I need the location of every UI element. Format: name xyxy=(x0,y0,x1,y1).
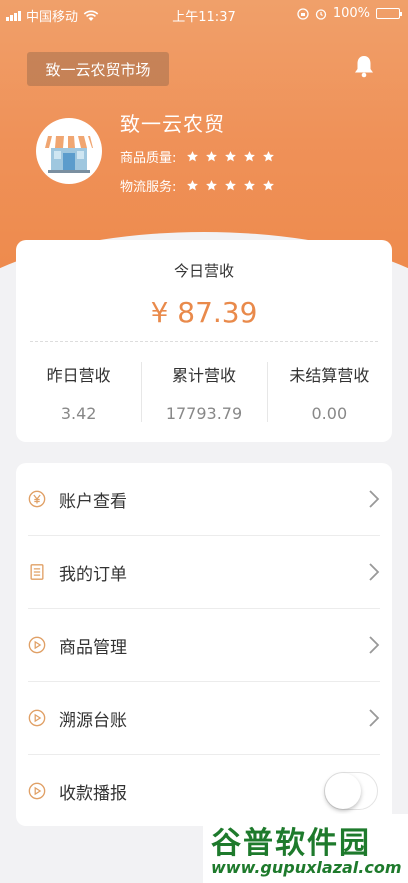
bell-icon[interactable] xyxy=(353,54,375,78)
stat-label: 未结算营收 xyxy=(289,366,370,385)
menu-label: 商品管理 xyxy=(59,637,127,658)
menu-label: 我的订单 xyxy=(59,564,127,585)
menu-item-orders[interactable]: 我的订单 xyxy=(16,536,392,608)
divider xyxy=(30,341,378,342)
chevron-right-icon xyxy=(369,709,380,727)
rating-label: 商品质量: xyxy=(120,151,177,166)
star-icon xyxy=(206,180,218,191)
watermark: 谷普软件园 www.gupuxlazal.com xyxy=(203,814,408,883)
menu-item-traceability[interactable]: 溯源台账 xyxy=(16,682,392,754)
watermark-url: www.gupuxlazal.com xyxy=(211,858,402,877)
yen-circle-icon xyxy=(28,490,46,508)
revenue-card: 今日营收 ¥ 87.39 昨日营收 3.42 累计营收 17793.79 未结算… xyxy=(16,240,392,442)
orientation-lock-icon xyxy=(297,7,309,20)
toggle-knob xyxy=(325,773,361,809)
star-icon xyxy=(225,180,237,191)
stat-cumulative[interactable]: 累计营收 17793.79 xyxy=(141,356,266,428)
star-rating xyxy=(186,179,275,192)
menu-label: 收款播报 xyxy=(59,783,127,804)
battery-icon xyxy=(376,8,402,19)
stat-value: 17793.79 xyxy=(165,404,243,423)
storefront-icon xyxy=(45,136,93,173)
menu-card: 账户查看 我的订单 商品管理 溯源台账 收款播报 xyxy=(16,463,392,826)
rating-quality: 商品质量: xyxy=(120,147,275,166)
menu-label: 溯源台账 xyxy=(59,710,127,731)
stat-unsettled[interactable]: 未结算营收 0.00 xyxy=(266,356,392,428)
star-icon xyxy=(225,151,237,162)
battery-percent: 100% xyxy=(332,6,370,21)
chevron-right-icon xyxy=(369,490,380,508)
document-icon xyxy=(30,564,44,580)
star-icon xyxy=(244,151,256,162)
market-button[interactable]: 致一云农贸市场 xyxy=(27,52,169,86)
chevron-right-icon xyxy=(369,636,380,654)
stat-value: 0.00 xyxy=(311,404,348,423)
status-bar: 中国移动 上午11:37 100% xyxy=(0,0,408,28)
payment-broadcast-toggle[interactable] xyxy=(324,772,378,810)
alarm-icon xyxy=(315,8,326,20)
star-icon xyxy=(187,151,199,162)
shop-name: 致一云农贸 xyxy=(120,112,225,136)
revenue-stats: 昨日营收 3.42 累计营收 17793.79 未结算营收 0.00 xyxy=(16,356,392,428)
star-icon xyxy=(206,151,218,162)
star-icon xyxy=(263,151,275,162)
status-right-group: 100% xyxy=(297,6,402,21)
star-icon xyxy=(263,180,275,191)
chevron-right-icon xyxy=(369,563,380,581)
play-circle-icon xyxy=(28,709,46,727)
play-circle-icon xyxy=(28,636,46,654)
revenue-title: 今日营收 xyxy=(173,262,234,280)
menu-item-products[interactable]: 商品管理 xyxy=(16,609,392,681)
stat-label: 昨日营收 xyxy=(46,366,111,385)
shop-avatar xyxy=(36,118,102,184)
watermark-title: 谷普软件园 xyxy=(211,826,371,861)
stat-value: 3.42 xyxy=(60,404,97,423)
star-icon xyxy=(187,180,199,191)
rating-label: 物流服务: xyxy=(120,180,177,195)
rating-logistics: 物流服务: xyxy=(120,176,275,195)
star-icon xyxy=(244,180,256,191)
stat-yesterday[interactable]: 昨日营收 3.42 xyxy=(16,356,141,428)
stat-label: 累计营收 xyxy=(171,366,236,385)
star-rating xyxy=(186,150,275,163)
play-circle-icon xyxy=(28,782,46,800)
menu-label: 账户查看 xyxy=(59,491,127,512)
menu-item-account[interactable]: 账户查看 xyxy=(16,463,392,535)
revenue-amount: ¥ 87.39 xyxy=(150,296,258,329)
